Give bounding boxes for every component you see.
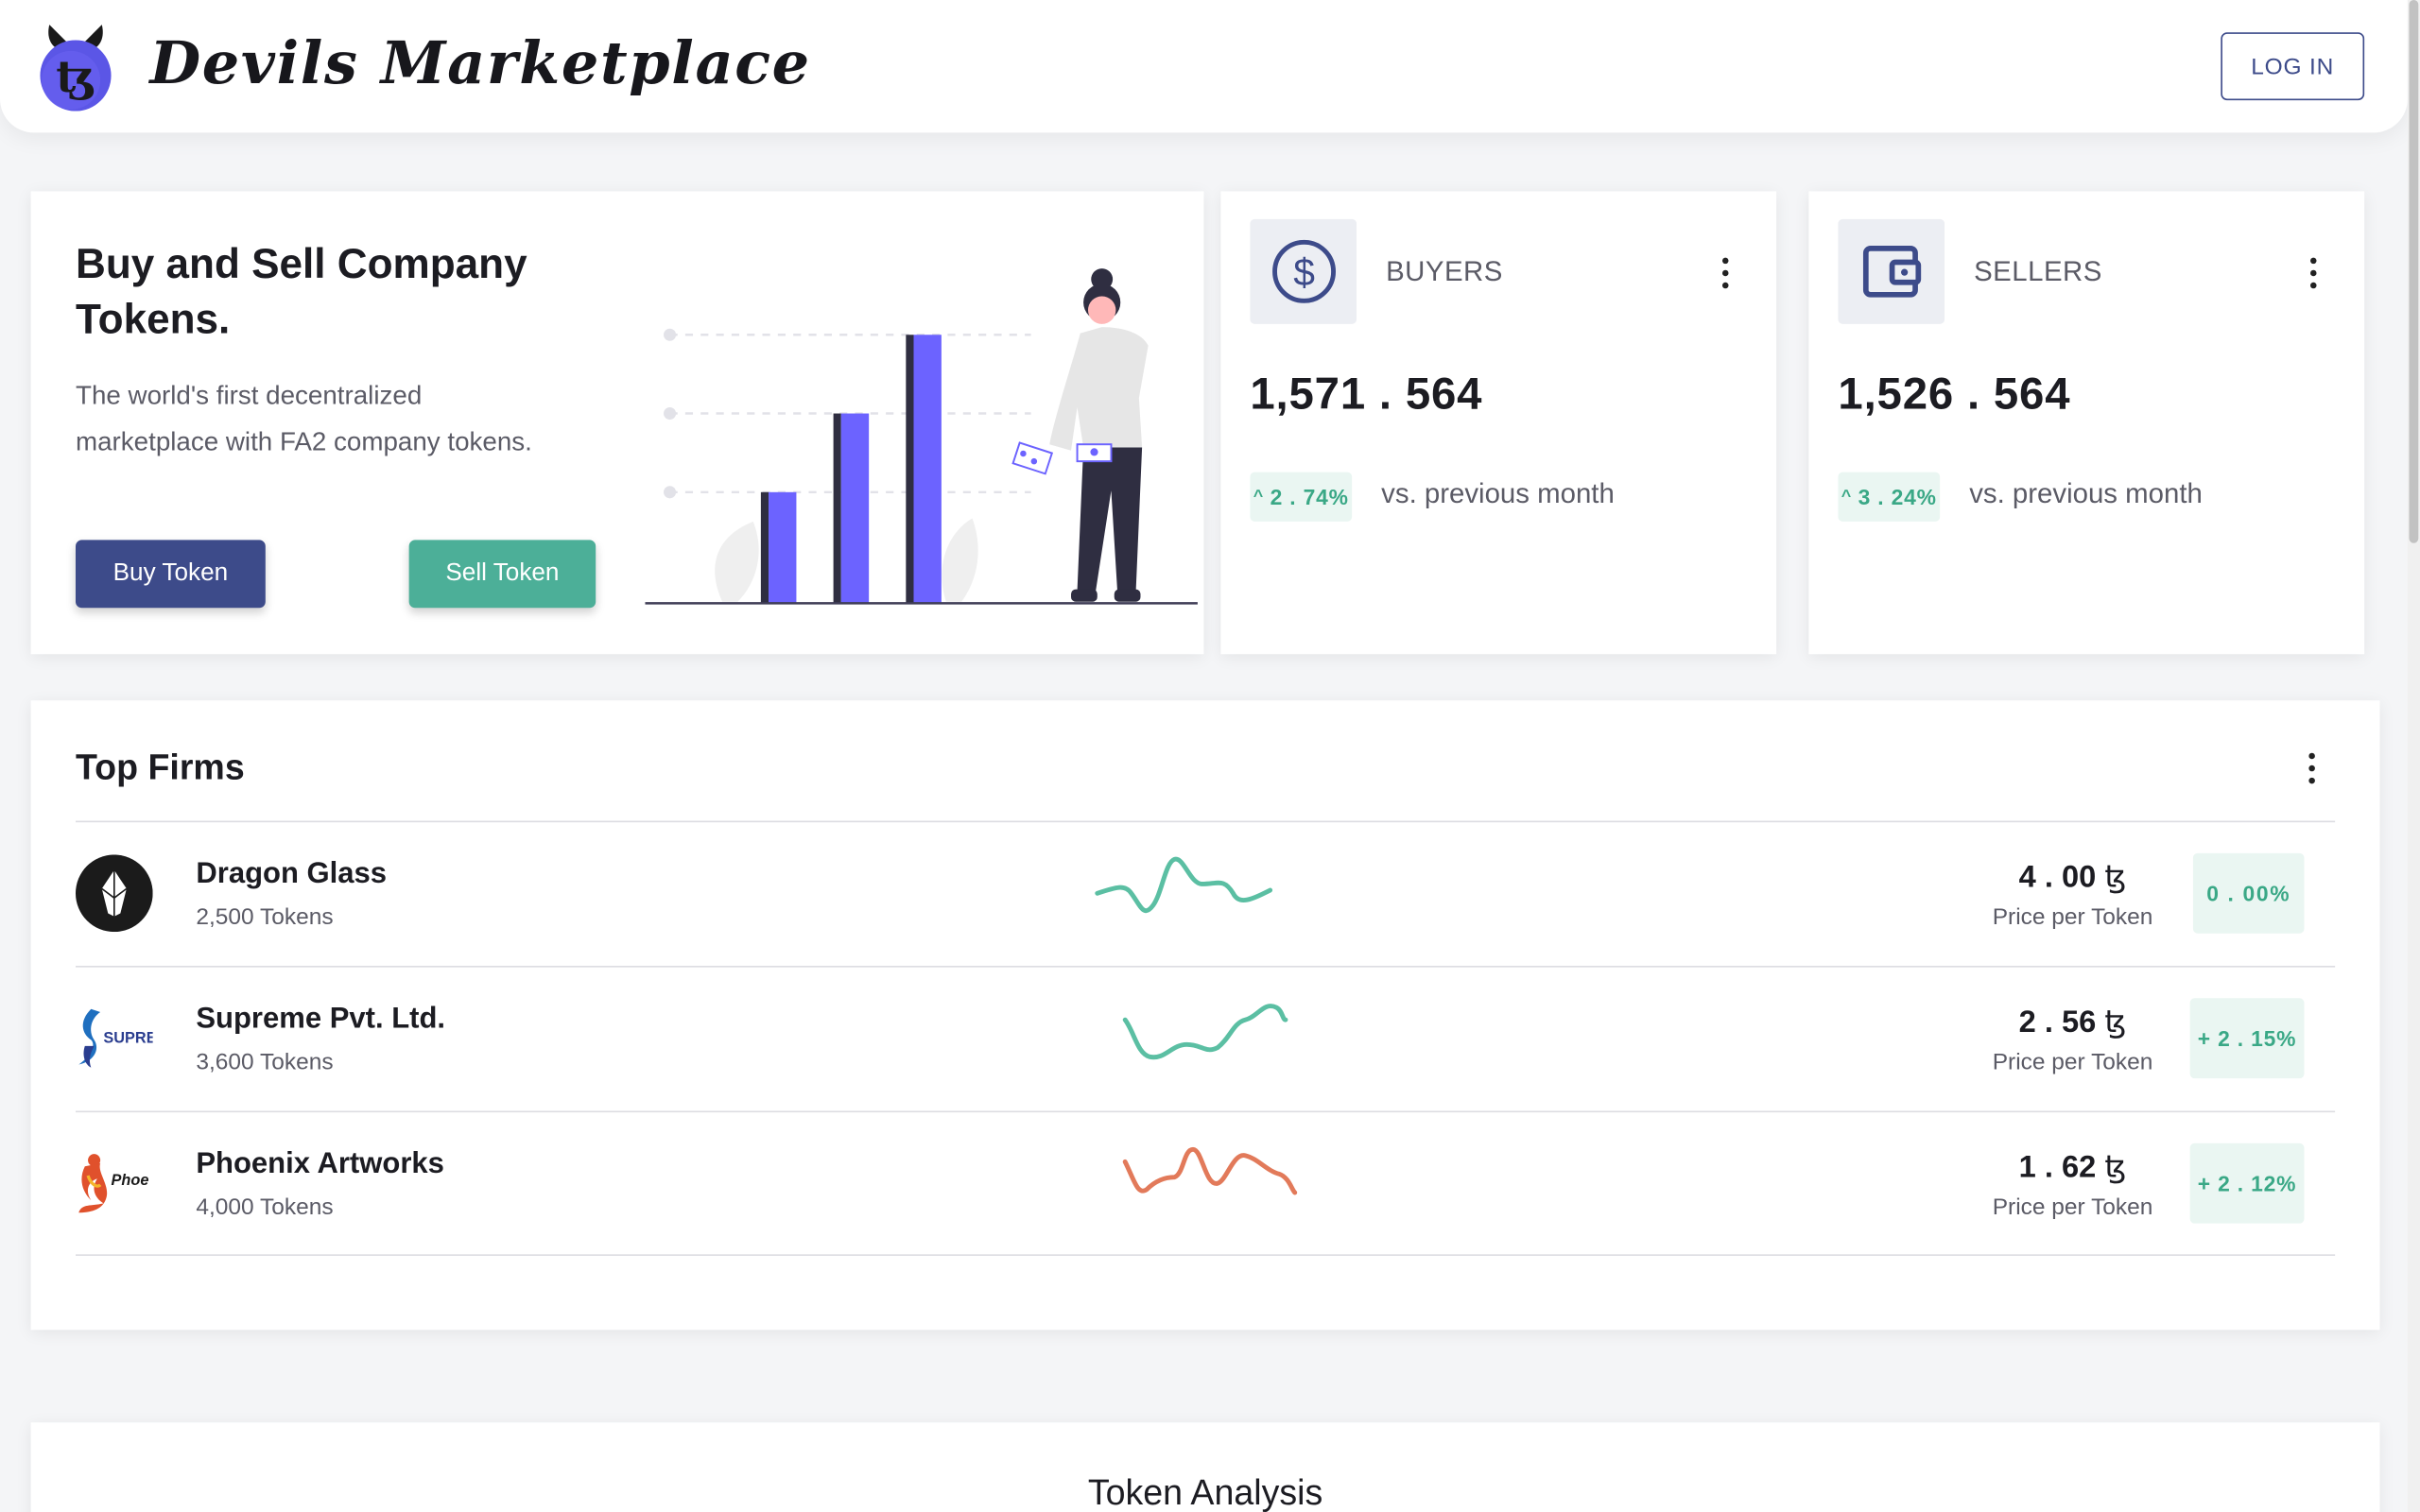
supreme-logo-icon: SUPREM — [76, 1000, 169, 1077]
firm-row-phoenix[interactable]: Phoe Phoenix Artworks 4,000 Tokens 1 . 6… — [76, 1112, 2335, 1256]
firm-row-dragon-glass[interactable]: Dragon Glass 2,500 Tokens 4 . 00 ꜩ Price… — [75, 822, 2335, 966]
login-button[interactable]: LOG IN — [2221, 32, 2365, 101]
hero-title: Buy and Sell Company Tokens. — [75, 240, 527, 343]
sellers-card: SELLERS 1,526 . 564 ^ 3 . 24% vs. previou… — [1808, 191, 2365, 655]
sellers-more-icon[interactable] — [2304, 254, 2323, 291]
firm-tokens: 4,000 Tokens — [196, 1194, 334, 1221]
tezos-icon: ꜩ — [2104, 1005, 2127, 1040]
tezos-icon: ꜩ — [2104, 1150, 2127, 1185]
buyers-change-badge: ^ 2 . 74% — [1250, 472, 1353, 522]
firm-tokens: 2,500 Tokens — [196, 903, 334, 931]
firm-price-label: Price per Token — [1992, 903, 2153, 931]
divider — [75, 1254, 2336, 1256]
buyers-value: 1,571 . 564 — [1250, 369, 1483, 421]
buyers-more-icon[interactable] — [1716, 254, 1735, 291]
buyers-card: $ BUYERS 1,571 . 564 ^ 2 . 74% vs. previo… — [1220, 191, 1777, 655]
top-firms-card: Top Firms Dragon Glass 2,500 Tokens 4 . … — [30, 700, 2380, 1331]
caret-up-icon: ^ — [1253, 487, 1265, 507]
svg-text:ꜩ: ꜩ — [56, 50, 95, 101]
price-trend-sparkline — [1095, 856, 1273, 914]
firm-change-badge: 0 . 00% — [2192, 852, 2305, 934]
buyers-change: 2 . 74% — [1270, 484, 1349, 509]
firm-price: 2 . 56 ꜩ — [2018, 1005, 2127, 1040]
devil-tezos-logo-icon[interactable]: ꜩ — [37, 22, 114, 112]
firm-price: 4 . 00 ꜩ — [2018, 860, 2127, 895]
firm-price: 1 . 62 ꜩ — [2018, 1150, 2127, 1185]
firm-row-supreme[interactable]: SUPREM Supreme Pvt. Ltd. 3,600 Tokens 2 … — [76, 968, 2335, 1111]
firm-tokens: 3,600 Tokens — [196, 1049, 334, 1075]
sellers-value: 1,526 . 564 — [1838, 369, 2071, 421]
firm-price-label: Price per Token — [1992, 1194, 2153, 1221]
sell-token-button[interactable]: Sell Token — [408, 540, 596, 609]
phoenix-logo-icon: Phoe — [76, 1144, 153, 1222]
sellers-change: 3 . 24% — [1858, 484, 1937, 509]
top-header: ꜩ Devils Marketplace LOG IN — [0, 0, 2408, 133]
firm-change-badge: + 2 . 15% — [2189, 998, 2305, 1079]
firm-name: Phoenix Artworks — [196, 1147, 444, 1180]
token-analysis-title: Token Analysis — [1087, 1471, 1323, 1512]
top-firms-title: Top Firms — [75, 747, 245, 787]
svg-text:$: $ — [1292, 250, 1314, 294]
caret-up-icon: ^ — [1841, 487, 1853, 507]
dragon-glass-logo-icon — [75, 854, 153, 933]
scrollbar-thumb[interactable] — [2409, 0, 2419, 543]
woman-with-bar-chart-illustration — [645, 268, 1198, 605]
hero-card: Buy and Sell Company Tokens. The world's… — [30, 191, 1204, 655]
wallet-icon — [1838, 218, 1945, 324]
top-firms-more-icon[interactable] — [2303, 749, 2322, 786]
hero-description: The world's first decentralized marketpl… — [75, 381, 532, 456]
firm-change-badge: + 2 . 12% — [2189, 1143, 2305, 1224]
firm-name: Supreme Pvt. Ltd. — [196, 1003, 446, 1036]
sellers-title: SELLERS — [1974, 256, 2102, 287]
price-trend-sparkline — [1122, 1004, 1288, 1060]
firm-price-label: Price per Token — [1992, 1049, 2153, 1075]
page: ꜩ Devils Marketplace LOG IN Buy and Sell… — [0, 0, 2420, 1512]
buyers-title: BUYERS — [1386, 256, 1503, 287]
sellers-change-badge: ^ 3 . 24% — [1838, 472, 1941, 522]
tezos-icon: ꜩ — [2104, 860, 2127, 895]
price-trend-sparkline — [1122, 1146, 1298, 1195]
brand-name: Devils Marketplace — [149, 27, 811, 97]
buyers-compare-label: vs. previous month — [1381, 478, 1615, 509]
svg-text:SUPREM: SUPREM — [103, 1030, 152, 1047]
sellers-compare-label: vs. previous month — [1969, 478, 2203, 509]
token-analysis-card: Token Analysis — [30, 1422, 2380, 1512]
dollar-circle-icon: $ — [1250, 218, 1357, 324]
firm-name: Dragon Glass — [196, 857, 388, 891]
buy-token-button[interactable]: Buy Token — [75, 540, 266, 609]
svg-text:Phoe: Phoe — [112, 1172, 149, 1189]
